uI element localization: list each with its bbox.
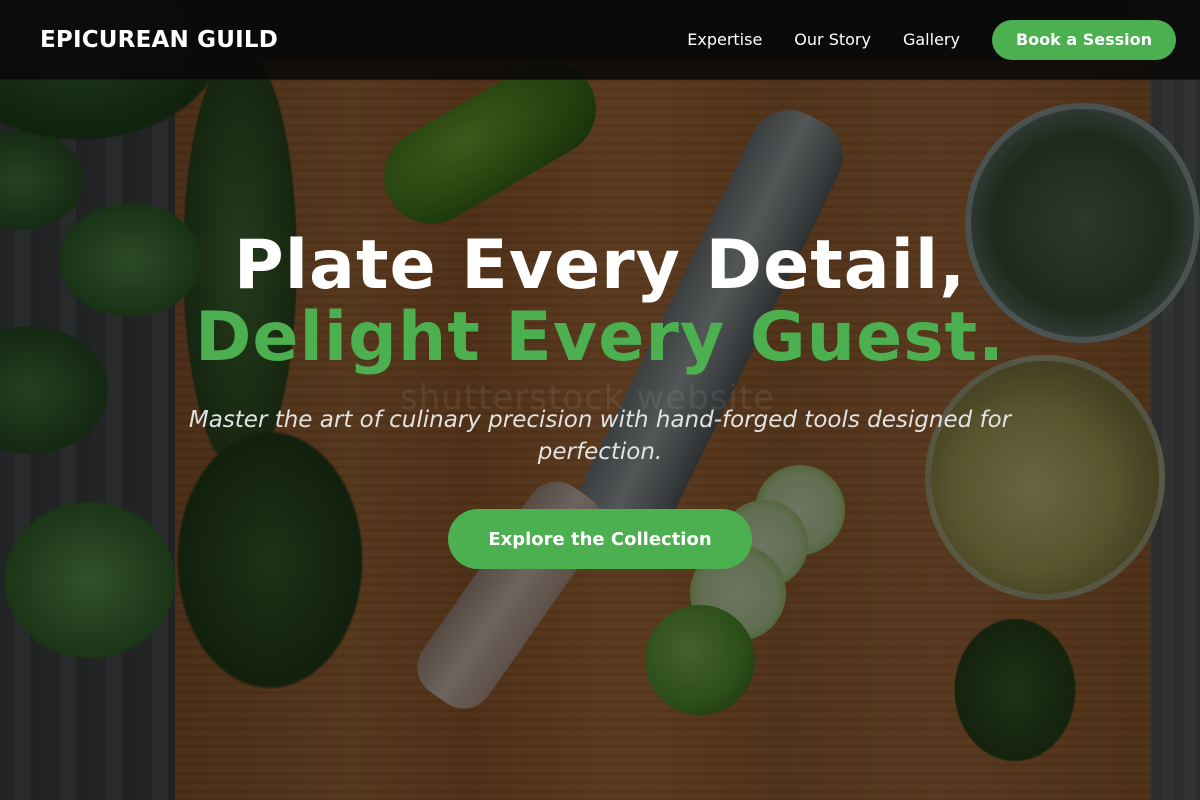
- nav-link-our-story[interactable]: Our Story: [794, 30, 871, 49]
- nav-link-gallery[interactable]: Gallery: [903, 30, 960, 49]
- headline-line-1: Plate Every Detail,: [233, 226, 967, 305]
- hero-headline: Plate Every Detail, Delight Every Guest.: [0, 230, 1200, 374]
- nav-link-expertise[interactable]: Expertise: [687, 30, 762, 49]
- hero-section: Plate Every Detail, Delight Every Guest.…: [0, 230, 1200, 569]
- book-session-button[interactable]: Book a Session: [991, 19, 1176, 60]
- site-header: EPICUREAN GUILD Expertise Our Story Gall…: [0, 0, 1200, 80]
- explore-collection-button[interactable]: Explore the Collection: [448, 509, 752, 569]
- hero-subtitle: Master the art of culinary precision wit…: [188, 407, 1012, 465]
- site-logo[interactable]: EPICUREAN GUILD: [40, 27, 278, 53]
- headline-line-2: Delight Every Guest.: [194, 298, 1006, 377]
- main-nav: Expertise Our Story Gallery Book a Sessi…: [687, 19, 1176, 60]
